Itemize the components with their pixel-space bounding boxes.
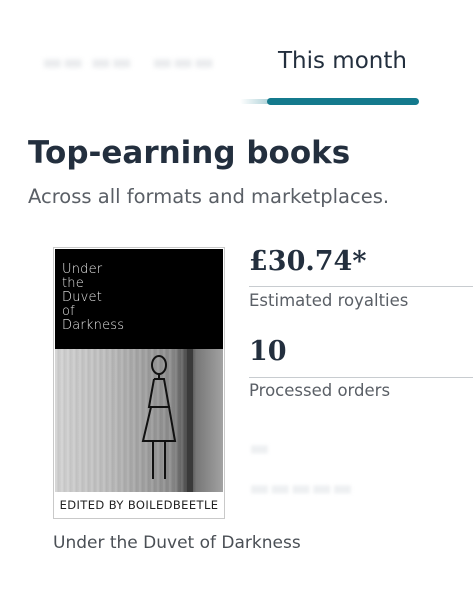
- active-tab-indicator: [267, 98, 419, 105]
- cover-author: EDITED BY BOILEDBEETLE: [55, 492, 223, 518]
- tab-underline-fade: [240, 99, 270, 104]
- tab-previous-faded-2[interactable]: ▬▬▬: [152, 50, 214, 75]
- faded-stat-label: ▬▬▬▬▬: [249, 476, 353, 501]
- section-title: Top-earning books: [28, 135, 351, 171]
- section-subtitle: Across all formats and marketplaces.: [28, 185, 390, 208]
- cover-header: Under the Duvet of Darkness: [55, 249, 223, 349]
- door-edge: [187, 349, 193, 492]
- faded-stat-value: ▬: [249, 436, 270, 461]
- tab-this-month[interactable]: This month: [278, 48, 407, 74]
- tab-previous-faded[interactable]: ▬▬ ▬▬: [42, 50, 132, 75]
- cover-photo: [55, 349, 223, 492]
- book-cover[interactable]: Under the Duvet of Darkness EDITED BY BO…: [53, 247, 225, 519]
- royalties-label: Estimated royalties: [249, 291, 409, 310]
- royalties-value: £30.74*: [249, 246, 367, 277]
- orders-value: 10: [249, 336, 287, 367]
- book-title[interactable]: Under the Duvet of Darkness: [53, 533, 301, 553]
- orders-divider: [249, 377, 473, 378]
- woman-figure-icon: [141, 355, 177, 479]
- period-tabs: ▬▬ ▬▬ ▬▬▬ This month: [0, 0, 473, 110]
- cover-frame: Under the Duvet of Darkness EDITED BY BO…: [53, 247, 225, 519]
- orders-label: Processed orders: [249, 381, 391, 400]
- royalties-divider: [249, 286, 473, 287]
- cover-title: Under the Duvet of Darkness: [62, 262, 125, 333]
